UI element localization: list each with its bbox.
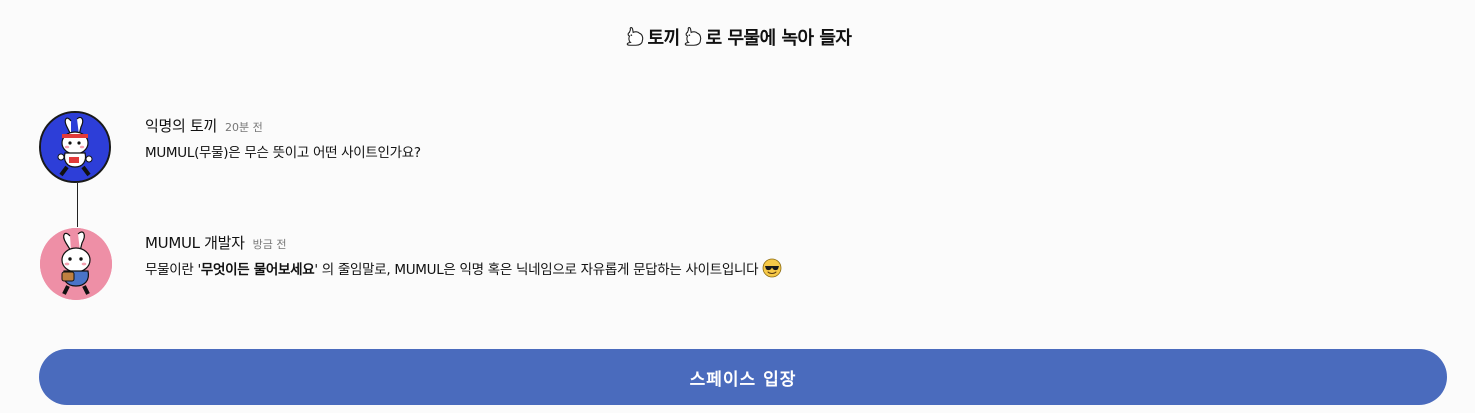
avatar bbox=[39, 111, 111, 183]
message-meta: 익명의 토끼 20분 전 bbox=[145, 115, 421, 137]
message-text: MUMUL(무물)은 무슨 뜻이고 어떤 사이트인가요? bbox=[145, 145, 421, 161]
author-name: 익명의 토끼 bbox=[145, 117, 217, 135]
message-text-after: ' 의 줄임말로, MUMUL은 익명 혹은 닉네임으로 자유롭게 문답하는 사… bbox=[314, 262, 759, 278]
rabbit-developer-avatar bbox=[40, 228, 112, 300]
rabbit-runner-avatar bbox=[41, 113, 109, 181]
enter-space-button[interactable]: 스페이스 입장 bbox=[39, 349, 1447, 405]
message-meta: MUMUL 개발자 방금 전 bbox=[145, 232, 782, 254]
rabbit-icon bbox=[684, 27, 701, 46]
message-time: 20분 전 bbox=[224, 121, 263, 134]
avatar bbox=[40, 228, 112, 300]
rabbit-icon bbox=[626, 27, 643, 46]
thread-message: 익명의 토끼 20분 전 MUMUL(무물)은 무슨 뜻이고 어떤 사이트인가요… bbox=[145, 115, 421, 161]
title-part-rest: 로 무물에 녹아 들자 bbox=[705, 28, 852, 49]
message-text: 무물이란 ' 무엇이든 물어보세요 ' 의 줄임말로, MUMUL은 익명 혹은 닉… bbox=[145, 258, 782, 278]
thread-message: MUMUL 개발자 방금 전 무물이란 ' 무엇이든 물어보세요 ' 의 줄임말로,… bbox=[145, 232, 782, 278]
title-part-rabbit: 토끼 bbox=[647, 28, 681, 49]
page: 토끼 로 무물에 녹아 들자 익명의 토끼 20분 전 MUMUL(무물)은 무… bbox=[0, 0, 1475, 413]
message-text-bold: 무엇이든 물어보세요 bbox=[200, 262, 315, 278]
page-title: 토끼 로 무물에 녹아 들자 bbox=[0, 24, 1475, 50]
message-text-before: 무물이란 ' bbox=[145, 262, 201, 278]
sunglasses-emoji-icon bbox=[762, 258, 782, 278]
author-name: MUMUL 개발자 bbox=[145, 234, 245, 252]
message-time: 방금 전 bbox=[252, 238, 287, 251]
thread-connector bbox=[77, 183, 78, 227]
